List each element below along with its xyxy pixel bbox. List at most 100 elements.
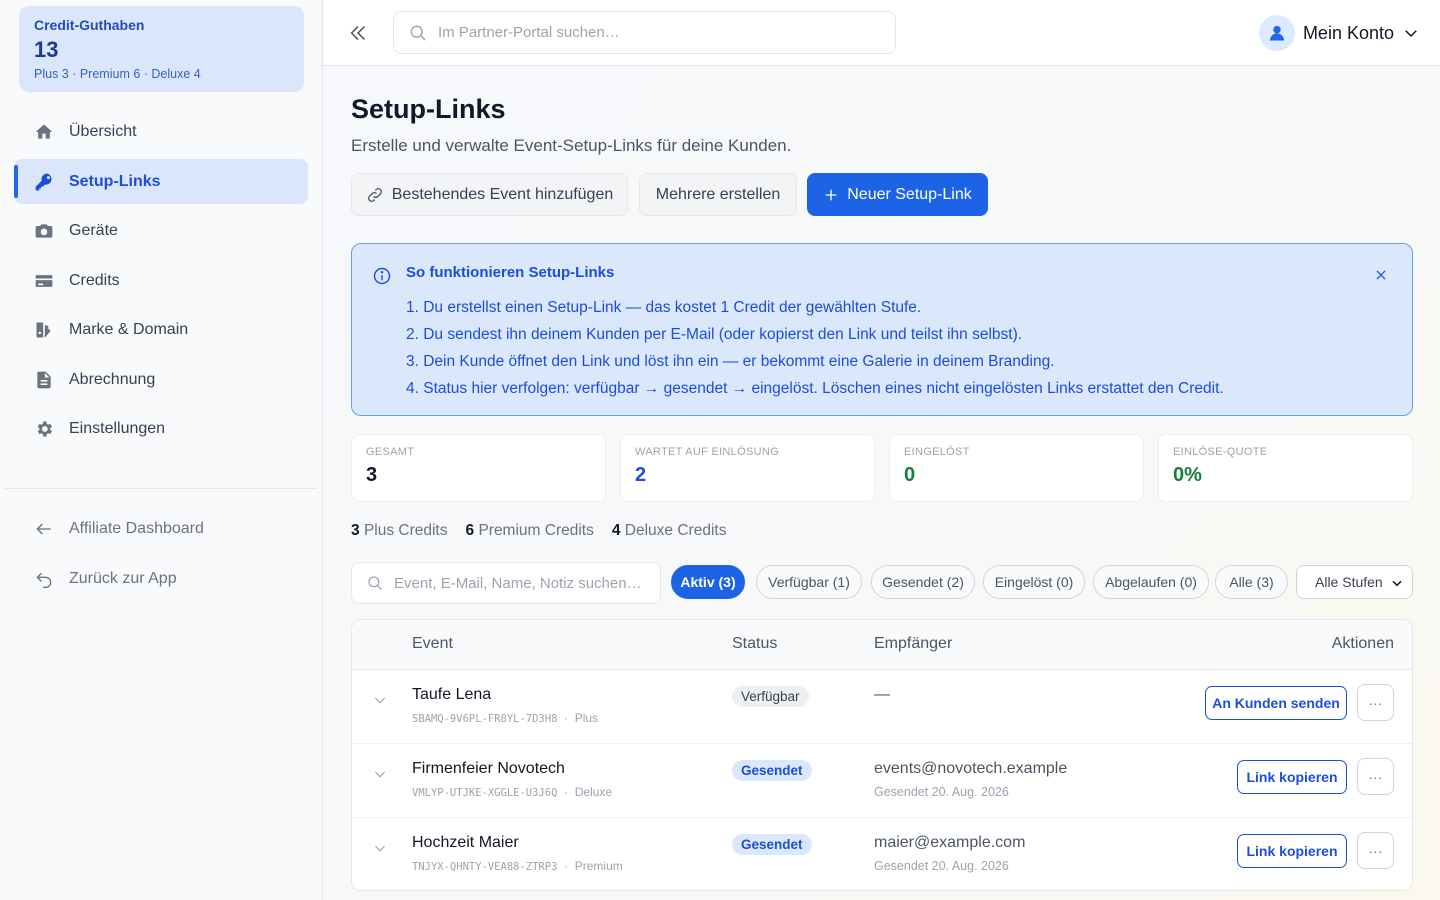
stat-total: Gesamt 3 — [351, 434, 606, 502]
chevron-down-icon — [374, 845, 386, 852]
more-icon: ··· — [1368, 694, 1383, 711]
sidebar-item-label: Übersicht — [69, 122, 137, 140]
stat-value: 2 — [635, 464, 647, 486]
more-icon: ··· — [1368, 768, 1383, 785]
status-badge: Gesendet — [732, 760, 812, 781]
expand-row-button[interactable] — [372, 840, 388, 859]
sidebar-item-back-to-app[interactable]: Zurück zur App — [14, 556, 308, 601]
expand-row-button[interactable] — [372, 692, 388, 711]
stat-value: 0% — [1173, 464, 1202, 486]
account-label: Mein Konto — [1302, 22, 1394, 43]
chevron-down-icon — [1392, 580, 1402, 587]
event-code: TNJYX-QHNTY-VEA88-ZTRP3 — [412, 861, 558, 873]
account-menu[interactable]: Mein Konto — [1258, 14, 1420, 52]
event-name: Hochzeit Maier — [412, 834, 519, 851]
double-chevron-left-icon — [350, 26, 365, 40]
chevron-down-icon — [1405, 30, 1417, 38]
recipient-email: events@novotech.example — [874, 760, 1068, 777]
event-tier: Plus — [574, 711, 599, 725]
status-badge: Verfügbar — [732, 686, 809, 707]
home-icon — [33, 121, 55, 143]
search-icon — [410, 25, 426, 41]
info-step: 4. Status hier verfolgen: verfügbar → ge… — [406, 380, 1224, 397]
main-content: Setup-Links Erstelle und verwalte Event-… — [323, 66, 1440, 900]
tier-select[interactable]: Alle Stufen — [1296, 565, 1413, 599]
info-step: 2. Du sendest ihn deinem Kunden per E-Ma… — [406, 326, 1023, 343]
avatar — [1258, 15, 1295, 51]
filter-chip-sent[interactable]: Gesendet (2) — [871, 565, 975, 599]
portal-search[interactable] — [393, 11, 896, 54]
event-name: Firmenfeier Novotech — [412, 760, 565, 777]
copy-link-button[interactable]: Link kopieren — [1237, 834, 1347, 868]
chevron-down-icon — [374, 771, 386, 778]
event-tier: Deluxe — [574, 785, 613, 799]
credit-summary-premium: 6 Premium Credits — [465, 522, 594, 539]
more-actions-button[interactable]: ··· — [1357, 758, 1394, 795]
send-to-customer-button[interactable]: An Kunden senden — [1205, 686, 1347, 720]
column-header-status: Status — [732, 635, 778, 652]
credit-summary-deluxe: 4 Deluxe Credits — [611, 522, 727, 539]
sidebar-item-label: Setup-Links — [69, 172, 161, 190]
sidebar-item-setup-links[interactable]: Setup-Links — [14, 159, 308, 204]
sidebar-item-billing[interactable]: Abrechnung — [14, 357, 308, 402]
plus-icon — [825, 189, 837, 200]
table-row: Firmenfeier Novotech VMLYP-UTJKE-XGGLE-U… — [352, 744, 1412, 818]
expand-row-button[interactable] — [372, 766, 388, 785]
page-subtitle: Erstelle und verwalte Event-Setup-Links … — [351, 136, 792, 155]
sidebar-item-label: Geräte — [69, 221, 118, 239]
info-step: 1. Du erstellst einen Setup-Link — das k… — [406, 299, 922, 316]
filter-search[interactable] — [351, 562, 661, 604]
card-icon — [33, 270, 55, 292]
user-icon — [1269, 25, 1285, 41]
filter-chip-expired[interactable]: Abgelaufen (0) — [1093, 565, 1209, 599]
bulk-create-label: Mehrere erstellen — [655, 185, 781, 203]
new-setup-link-button[interactable]: Neuer Setup-Link — [807, 173, 988, 216]
sidebar-item-credits[interactable]: Credits — [14, 258, 308, 303]
sidebar-item-affiliate-dashboard[interactable]: Affiliate Dashboard — [14, 506, 308, 551]
stat-label: Eingelöst — [904, 446, 970, 458]
credit-balance-detail: Plus 3 · Premium 6 · Deluxe 4 — [34, 67, 201, 81]
sidebar-item-label: Affiliate Dashboard — [69, 519, 204, 537]
recipient-email: maier@example.com — [874, 834, 1026, 851]
event-meta: SBAMQ-9V6PL-FR8YL-7D3H8 · Plus — [412, 711, 599, 725]
collapse-sidebar-button[interactable] — [343, 18, 373, 48]
close-info-button[interactable] — [1372, 266, 1390, 284]
filter-chip-redeemed[interactable]: Eingelöst (0) — [983, 565, 1085, 599]
stat-pending: Wartet auf Einlösung 2 — [620, 434, 875, 502]
filter-chip-available[interactable]: Verfügbar (1) — [756, 565, 862, 599]
add-existing-event-button[interactable]: Bestehendes Event hinzufügen — [351, 173, 628, 216]
sidebar-item-overview[interactable]: Übersicht — [14, 109, 308, 154]
link-icon — [367, 187, 382, 202]
setup-links-table: Event Status Empfänger Aktionen Taufe Le… — [351, 619, 1413, 891]
info-title: So funktionieren Setup-Links — [406, 264, 615, 281]
sidebar-item-label: Marke & Domain — [69, 320, 189, 338]
recipient-sent-date: Gesendet 20. Aug. 2026 — [874, 859, 1009, 873]
add-existing-event-label: Bestehendes Event hinzufügen — [391, 185, 614, 203]
tier-select-value: Alle Stufen — [1315, 574, 1383, 590]
table-header: Event Status Empfänger Aktionen — [352, 620, 1412, 670]
table-row: Taufe Lena SBAMQ-9V6PL-FR8YL-7D3H8 · Plu… — [352, 670, 1412, 744]
key-icon — [33, 171, 55, 193]
sidebar-item-settings[interactable]: Einstellungen — [14, 406, 308, 451]
filter-search-input[interactable] — [394, 574, 654, 592]
info-step: 3. Dein Kunde öffnet den Link und löst i… — [406, 353, 1055, 370]
sidebar-item-label: Credits — [69, 271, 120, 289]
event-tier: Premium — [574, 859, 623, 873]
filter-chip-all[interactable]: Alle (3) — [1215, 565, 1288, 599]
filter-chip-active[interactable]: Aktiv (3) — [671, 565, 745, 599]
credit-balance-card[interactable]: Credit-Guthaben 13 Plus 3 · Premium 6 · … — [19, 6, 304, 92]
stat-redeem-rate: Einlöse-Quote 0% — [1158, 434, 1413, 502]
sidebar-item-devices[interactable]: Geräte — [14, 208, 308, 253]
stat-label: Gesamt — [366, 446, 415, 458]
copy-link-button[interactable]: Link kopieren — [1237, 760, 1347, 794]
stat-label: Einlöse-Quote — [1173, 446, 1268, 458]
event-code: SBAMQ-9V6PL-FR8YL-7D3H8 — [412, 713, 558, 725]
info-steps: 1. Du erstellst einen Setup-Link — das k… — [406, 294, 1224, 402]
bulk-create-button[interactable]: Mehrere erstellen — [639, 173, 797, 216]
more-actions-button[interactable]: ··· — [1357, 832, 1394, 869]
more-actions-button[interactable]: ··· — [1357, 684, 1394, 721]
event-meta: TNJYX-QHNTY-VEA88-ZTRP3 · Premium — [412, 859, 623, 873]
portal-search-input[interactable] — [438, 24, 878, 41]
sidebar-item-brand-domain[interactable]: Marke & Domain — [14, 307, 308, 352]
undo-icon — [33, 568, 55, 590]
